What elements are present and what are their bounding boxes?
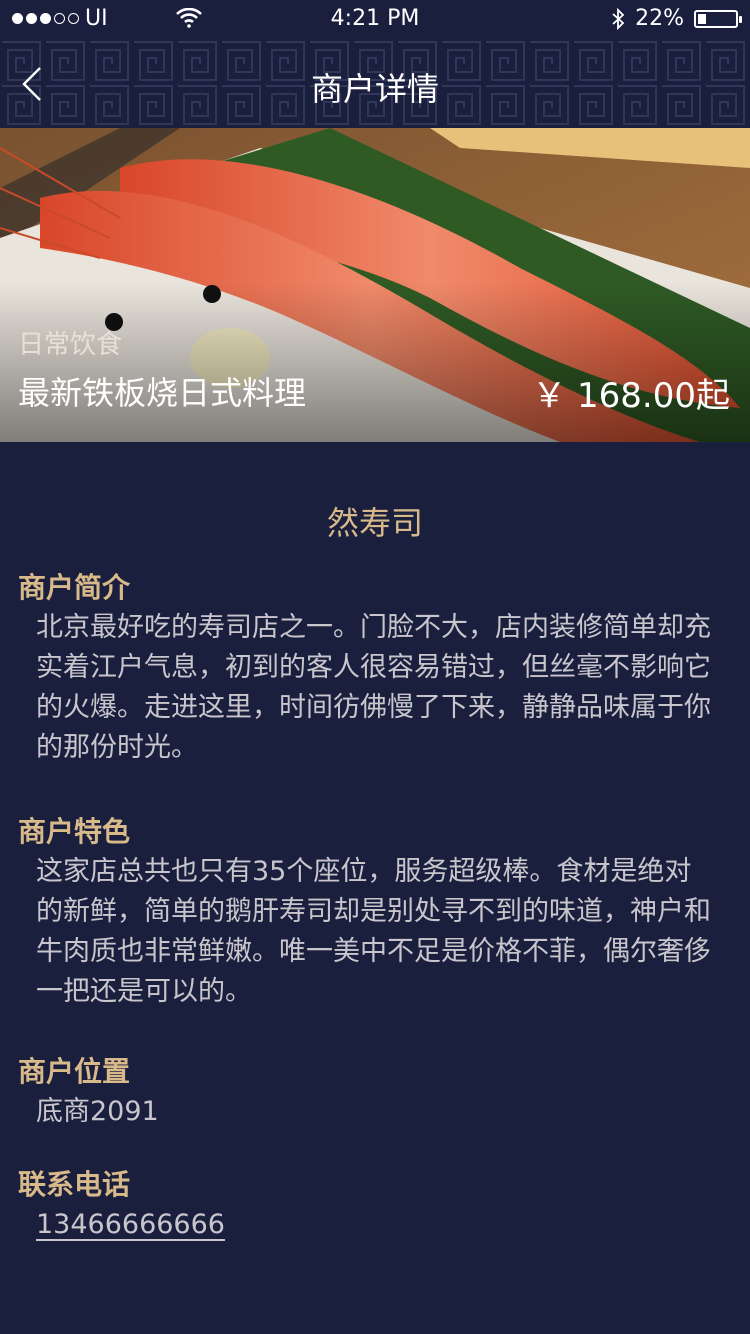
- merchant-headline: 最新铁板烧日式料理: [18, 374, 307, 412]
- page-title: 商户详情: [310, 70, 439, 108]
- battery-icon: [694, 9, 742, 28]
- section-title-features: 商户特色: [18, 815, 131, 848]
- section-title-location: 商户位置: [18, 1055, 131, 1088]
- status-right: 22%: [611, 6, 742, 31]
- section-body-location: 底商2091: [36, 1096, 159, 1127]
- section-body-intro: 北京最好吃的寿司店之一。门脸不大，店内装修简单却充实着江户气息，初到的客人很容易…: [36, 612, 711, 763]
- section-phone: 联系电话 13466666666: [18, 1165, 718, 1245]
- section-intro: 商户简介 北京最好吃的寿司店之一。门脸不大，店内装修简单却充实着江户气息，初到的…: [18, 568, 718, 768]
- battery-percent: 22%: [635, 6, 684, 31]
- price-label: ￥ 168.00起: [532, 376, 730, 416]
- phone-link[interactable]: 13466666666: [36, 1209, 225, 1240]
- section-title-phone: 联系电话: [18, 1168, 131, 1201]
- section-location: 商户位置 底商2091: [18, 1052, 718, 1132]
- status-bar: UI 4:21 PM 22%: [0, 0, 750, 40]
- merchant-category: 日常饮食: [18, 330, 123, 360]
- section-title-intro: 商户简介: [18, 571, 131, 604]
- section-body-features: 这家店总共也只有35个座位，服务超级棒。食材是绝对的新鲜，简单的鹅肝寿司却是别处…: [36, 856, 711, 1007]
- hero-banner: 日常饮食 最新铁板烧日式料理 ￥ 168.00起: [0, 128, 750, 442]
- battery-level: [698, 13, 706, 24]
- bluetooth-icon: [612, 7, 625, 30]
- hero-shade: [0, 282, 750, 442]
- shop-name: 然寿司: [326, 504, 423, 542]
- phone-row: 13466666666: [18, 1205, 718, 1245]
- nav-bar: 商户详情: [0, 40, 750, 128]
- section-features: 商户特色 这家店总共也只有35个座位，服务超级棒。食材是绝对的新鲜，简单的鹅肝寿…: [18, 812, 718, 1012]
